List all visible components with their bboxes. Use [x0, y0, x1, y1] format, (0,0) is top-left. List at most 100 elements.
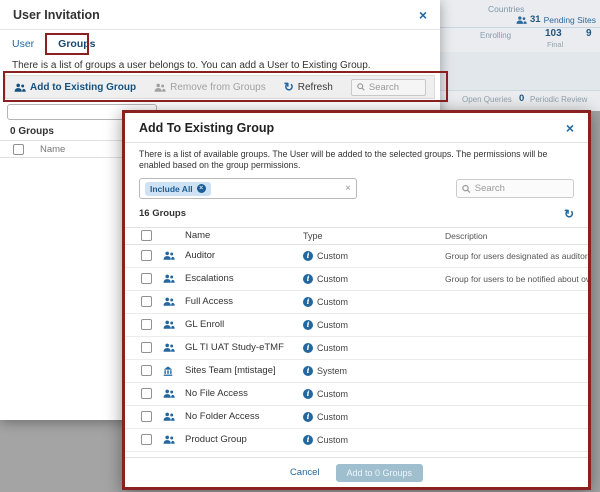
- groups-search-input[interactable]: [369, 82, 420, 93]
- tab-groups[interactable]: Groups: [58, 38, 95, 50]
- row-checkbox[interactable]: [141, 342, 152, 353]
- row-type: i Custom: [303, 389, 445, 399]
- row-name: Full Access: [185, 296, 303, 307]
- group-row[interactable]: No Folder Access i Custom: [125, 406, 588, 429]
- group-row[interactable]: Product Group i Custom: [125, 429, 588, 452]
- add-to-groups-button[interactable]: Add to 0 Groups: [336, 464, 424, 482]
- row-description: Group for users to be notified about ove…: [445, 274, 588, 284]
- row-name: GL TI UAT Study-eTMF: [185, 342, 303, 353]
- row-type: i Custom: [303, 320, 445, 330]
- groups-count: 0 Groups: [10, 126, 54, 137]
- add-to-existing-group-button[interactable]: Add to Existing Group: [14, 82, 136, 93]
- chip-remove-icon[interactable]: ×: [197, 184, 206, 193]
- groups-search-box[interactable]: [351, 79, 426, 96]
- group-row[interactable]: GL Enroll i Custom: [125, 314, 588, 337]
- row-checkbox[interactable]: [141, 296, 152, 307]
- remove-from-groups-button[interactable]: Remove from Groups: [154, 82, 266, 93]
- row-type-label: Custom: [317, 435, 348, 445]
- group-icon: [163, 389, 175, 398]
- group-icon: [163, 320, 175, 329]
- select-all-checkbox[interactable]: [141, 230, 152, 241]
- info-icon: i: [303, 297, 313, 307]
- filter-clear-icon[interactable]: ×: [345, 183, 351, 194]
- refresh-button[interactable]: ↻ Refresh: [284, 80, 333, 94]
- info-icon: i: [303, 389, 313, 399]
- row-type: i Custom: [303, 343, 445, 353]
- group-icon: [163, 251, 175, 260]
- row-type-label: Custom: [317, 389, 348, 399]
- close-icon[interactable]: ×: [419, 8, 427, 22]
- info-icon: i: [303, 435, 313, 445]
- info-icon: i: [303, 251, 313, 261]
- row-name: Escalations: [185, 273, 303, 284]
- row-type: i Custom: [303, 274, 445, 284]
- info-icon: i: [303, 320, 313, 330]
- row-type: i Custom: [303, 297, 445, 307]
- row-type-label: Custom: [317, 251, 348, 261]
- row-name: Sites Team [mtistage]: [185, 365, 303, 376]
- groups-toolbar: Add to Existing Group Remove from Groups…: [5, 75, 435, 99]
- add-to-existing-group-modal: Add To Existing Group × There is a list …: [122, 110, 591, 490]
- remove-group-icon: [154, 83, 166, 92]
- groups-count-row: 16 Groups ↻: [139, 206, 574, 222]
- row-checkbox[interactable]: [141, 273, 152, 284]
- row-checkbox[interactable]: [141, 319, 152, 330]
- tab-user[interactable]: User: [12, 38, 34, 50]
- search-icon: [357, 82, 365, 92]
- add-to-existing-group-label: Add to Existing Group: [30, 82, 136, 93]
- name-column-header: Name: [40, 144, 65, 155]
- modal-search-input[interactable]: [475, 183, 568, 194]
- select-all-checkbox[interactable]: [13, 144, 24, 155]
- filter-input-box[interactable]: Include All × ×: [139, 178, 357, 199]
- row-type: i Custom: [303, 251, 445, 261]
- row-checkbox[interactable]: [141, 365, 152, 376]
- modal-header: User Invitation ×: [0, 0, 440, 30]
- group-icon: [163, 343, 175, 352]
- row-type-label: Custom: [317, 412, 348, 422]
- row-type: i System: [303, 366, 445, 376]
- modal-header: Add To Existing Group ×: [125, 113, 588, 143]
- row-checkbox[interactable]: [141, 388, 152, 399]
- dashboard-background: Countries 31 Pending Sites Enrolling 103…: [440, 0, 600, 111]
- backdrop-dim: [440, 0, 600, 111]
- refresh-label: Refresh: [298, 82, 333, 93]
- info-icon: i: [303, 343, 313, 353]
- remove-from-groups-label: Remove from Groups: [170, 82, 266, 93]
- groups-table-header: Name Type Description: [125, 227, 588, 245]
- row-type-label: Custom: [317, 343, 348, 353]
- row-name: GL Enroll: [185, 319, 303, 330]
- filter-row: Include All × ×: [139, 178, 574, 200]
- add-group-icon: [14, 83, 26, 92]
- group-row[interactable]: Auditor i Custom Group for users designa…: [125, 245, 588, 268]
- row-type-label: System: [317, 366, 347, 376]
- site-icon: [163, 366, 173, 376]
- row-description: Group for users designated as auditors f…: [445, 251, 588, 261]
- type-column-header: Type: [303, 231, 445, 241]
- filter-chip-label: Include All: [150, 184, 193, 194]
- row-type-label: Custom: [317, 274, 348, 284]
- filter-chip[interactable]: Include All ×: [145, 182, 211, 196]
- group-icon: [163, 435, 175, 444]
- close-icon[interactable]: ×: [566, 121, 574, 135]
- group-row[interactable]: Sites Team [mtistage] i System: [125, 360, 588, 383]
- row-checkbox[interactable]: [141, 250, 152, 261]
- modal-title: Add To Existing Group: [139, 121, 566, 135]
- row-name: Product Group: [185, 434, 303, 445]
- modal-search-box[interactable]: [456, 179, 574, 198]
- name-column-header: Name: [185, 230, 303, 241]
- refresh-icon[interactable]: ↻: [564, 207, 574, 221]
- info-icon: i: [303, 366, 313, 376]
- info-icon: i: [303, 274, 313, 284]
- cancel-button[interactable]: Cancel: [290, 467, 320, 478]
- modal-title: User Invitation: [13, 8, 419, 22]
- group-row[interactable]: No File Access i Custom: [125, 383, 588, 406]
- group-icon: [163, 297, 175, 306]
- group-row[interactable]: GL TI UAT Study-eTMF i Custom: [125, 337, 588, 360]
- group-row[interactable]: Full Access i Custom: [125, 291, 588, 314]
- row-checkbox[interactable]: [141, 411, 152, 422]
- group-row[interactable]: Escalations i Custom Group for users to …: [125, 268, 588, 291]
- row-type: i Custom: [303, 412, 445, 422]
- row-name: No Folder Access: [185, 411, 303, 422]
- row-checkbox[interactable]: [141, 434, 152, 445]
- description-column-header: Description: [445, 231, 588, 241]
